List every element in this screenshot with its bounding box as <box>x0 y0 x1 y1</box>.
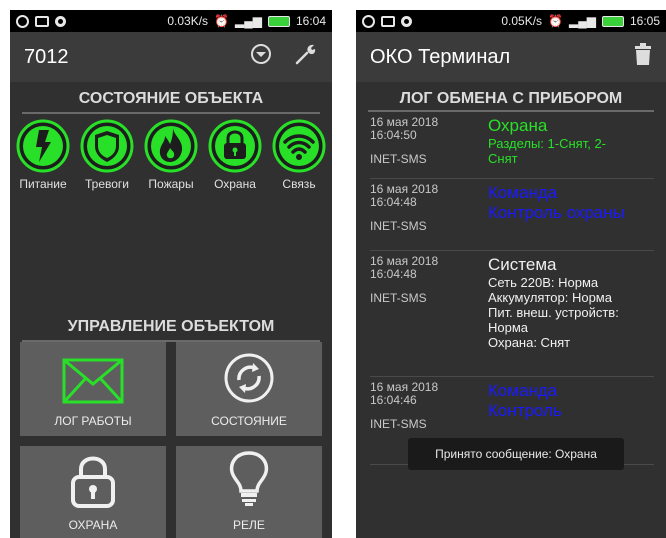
log-source: INET-SMS <box>370 417 427 431</box>
terminal-screen: 0.05K/s ⏰ ▂▄▆ 16:05 ОКО Терминал ЛОГ ОБМ… <box>356 10 666 538</box>
status-label: Связь <box>282 177 316 191</box>
log-source: INET-SMS <box>370 219 427 233</box>
net-speed: 0.03K/s <box>167 14 209 28</box>
log-line: Сеть 220В: Норма <box>488 275 599 290</box>
envelope-icon <box>62 358 124 404</box>
log-entry: 16 мая 2018 16:04:48 INET-SMS Система Се… <box>370 251 654 377</box>
status-label: Охрана <box>214 177 256 191</box>
log-entry: 16 мая 2018 16:04:48 INET-SMS Команда Ко… <box>370 179 654 251</box>
log-line: Контроль охраны <box>488 203 625 222</box>
log-line: Разделы: 1-Снят, 2- <box>488 136 606 151</box>
app-title: ОКО Терминал <box>370 45 511 68</box>
net-speed: 0.05K/s <box>501 14 543 28</box>
log-content: Команда Контроль охраны <box>488 183 654 246</box>
whatsapp-icon <box>16 14 29 28</box>
notification-icon <box>401 15 412 27</box>
chevron-down-circle-icon <box>251 44 271 64</box>
status-indicators: Питание Тревоги Пожары Охрана Связь <box>10 114 332 191</box>
toast-message: Принято сообщение: Охрана <box>408 438 624 470</box>
battery-icon <box>267 15 290 27</box>
alarm-icon: ⏰ <box>214 14 229 28</box>
settings-button[interactable] <box>294 42 318 72</box>
status-refresh-button[interactable]: СОСТОЯНИЕ <box>176 342 322 436</box>
log-heading: Команда <box>488 381 558 400</box>
log-heading: Охрана <box>488 116 548 135</box>
status-label: Пожары <box>148 177 194 191</box>
log-list: 16 мая 2018 16:04:50 INET-SMS Охрана Раз… <box>356 112 666 465</box>
status-label: Питание <box>19 177 67 191</box>
tile-label: СОСТОЯНИЕ <box>211 414 287 428</box>
control-grid: ЛОГ РАБОТЫ СОСТОЯНИЕ ОХРАНА РЕЛЕ <box>20 342 322 538</box>
flame-icon <box>144 119 198 173</box>
lock-icon <box>71 456 115 508</box>
app-bar: ОКО Терминал <box>356 32 666 82</box>
battery-icon <box>601 15 624 27</box>
message-icon <box>35 15 49 27</box>
tile-label: ОХРАНА <box>68 518 118 532</box>
log-time: 16:04:48 <box>370 195 417 209</box>
clear-log-button[interactable] <box>634 43 652 71</box>
tile-label: ЛОГ РАБОТЫ <box>54 414 132 428</box>
signal-icon: ▂▄▆ <box>235 14 262 28</box>
log-line: Пит. внеш. устройств: <box>488 305 619 320</box>
log-title: ЛОГ ОБМЕНА С ПРИБОРОМ <box>399 90 623 107</box>
object-control-title: УПРАВЛЕНИЕ ОБЪЕКТОМ <box>67 318 275 335</box>
notification-icon <box>55 15 66 27</box>
log-time: 16:04:48 <box>370 267 417 281</box>
relay-button[interactable]: РЕЛЕ <box>176 446 322 538</box>
whatsapp-icon <box>362 14 375 28</box>
refresh-icon <box>224 353 274 403</box>
status-bar: 0.03K/s ⏰ ▂▄▆ 16:04 <box>10 10 332 32</box>
status-alarms[interactable]: Тревоги <box>76 118 138 191</box>
log-meta: 16 мая 2018 16:04:48 INET-SMS <box>370 255 488 372</box>
log-line: Аккумулятор: Норма <box>488 290 612 305</box>
log-content: Система Сеть 220В: Норма Аккумулятор: Но… <box>488 255 654 372</box>
lightbulb-icon <box>229 451 269 506</box>
log-meta: 16 мая 2018 16:04:48 INET-SMS <box>370 183 488 246</box>
status-fire[interactable]: Пожары <box>140 118 202 191</box>
log-time: 16:04:50 <box>370 128 417 142</box>
log-meta: 16 мая 2018 16:04:50 INET-SMS <box>370 116 488 174</box>
log-entry: 16 мая 2018 16:04:50 INET-SMS Охрана Раз… <box>370 112 654 179</box>
wifi-icon <box>272 119 326 173</box>
log-line: Снят <box>488 151 518 166</box>
status-security[interactable]: Охрана <box>204 118 266 191</box>
clock: 16:05 <box>629 14 660 28</box>
log-content: Охрана Разделы: 1-Снят, 2- Снят <box>488 116 654 174</box>
power-bolt-icon <box>16 119 70 173</box>
clock: 16:04 <box>295 14 326 28</box>
status-bar: 0.05K/s ⏰ ▂▄▆ 16:05 <box>356 10 666 32</box>
log-line: Контроль <box>488 401 562 420</box>
log-time: 16:04:46 <box>370 393 417 407</box>
log-source: INET-SMS <box>370 152 427 166</box>
status-power[interactable]: Питание <box>12 118 74 191</box>
object-status-title: СОСТОЯНИЕ ОБЪЕКТА <box>78 90 264 107</box>
work-log-button[interactable]: ЛОГ РАБОТЫ <box>20 342 166 436</box>
log-line: Охрана: Снят <box>488 335 571 350</box>
status-connection[interactable]: Связь <box>268 118 330 191</box>
trash-icon <box>635 43 651 65</box>
log-source: INET-SMS <box>370 291 427 305</box>
object-screen: 0.03K/s ⏰ ▂▄▆ 16:04 7012 СОСТОЯНИЕ ОБЪЕК… <box>10 10 332 538</box>
log-heading: Система <box>488 255 557 274</box>
status-label: Тревоги <box>85 177 129 191</box>
wrench-icon <box>295 44 316 65</box>
log-line: Норма <box>488 320 529 335</box>
lock-icon <box>208 119 262 173</box>
app-bar: 7012 <box>10 32 332 82</box>
alarm-icon: ⏰ <box>548 14 563 28</box>
dropdown-button[interactable] <box>250 43 272 71</box>
security-button[interactable]: ОХРАНА <box>20 446 166 538</box>
signal-icon: ▂▄▆ <box>569 14 596 28</box>
object-number: 7012 <box>24 45 69 68</box>
tile-label: РЕЛЕ <box>233 518 265 532</box>
log-heading: Команда <box>488 183 558 202</box>
message-icon <box>381 15 395 27</box>
shield-icon <box>80 119 134 173</box>
